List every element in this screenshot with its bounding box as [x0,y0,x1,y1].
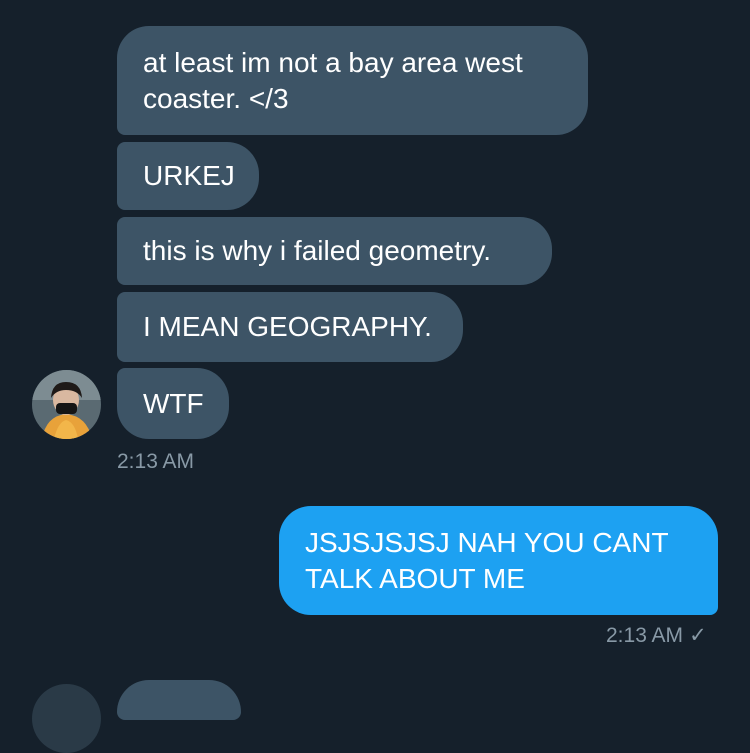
sender-avatar[interactable] [32,370,101,439]
received-message-3[interactable]: this is why i failed geometry. [117,217,552,285]
received-message-partial[interactable] [117,680,241,720]
message-text: I MEAN GEOGRAPHY. [143,311,432,342]
sent-message-1[interactable]: JSJSJSJSJ NAH YOU CANT TALK ABOUT ME [279,506,718,615]
message-text: this is why i failed geometry. [143,235,492,266]
message-text: URKEJ [143,160,235,191]
received-message-2[interactable]: URKEJ [117,142,259,210]
sender-avatar-partial[interactable] [32,684,101,753]
received-timestamp: 2:13 AM [117,450,195,473]
message-text: JSJSJSJSJ NAH YOU CANT TALK ABOUT ME [305,526,669,594]
message-text: at least im not a bay area west coaster.… [143,46,523,114]
received-message-4[interactable]: I MEAN GEOGRAPHY. [117,292,463,362]
received-message-5[interactable]: WTF [117,368,229,439]
message-text: WTF [143,387,204,419]
checkmark-icon: ✓ [689,624,707,647]
received-message-1[interactable]: at least im not a bay area west coaster.… [117,26,588,135]
avatar-image [32,370,101,439]
sent-timestamp: 2:13 AM [606,624,684,647]
sent-timestamp-row: 2:13 AM ✓ [606,624,707,648]
message-thread: at least im not a bay area west coaster.… [0,0,750,753]
